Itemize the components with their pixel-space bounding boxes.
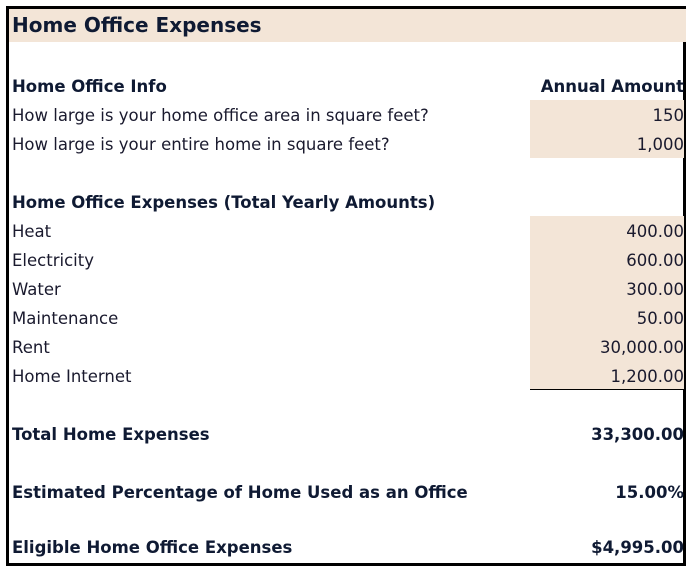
expense-input[interactable]: 1,200.00 xyxy=(611,362,684,391)
home-area-label: How large is your entire home in square … xyxy=(12,135,390,154)
expenses-header-row: Home Office Expenses (Total Yearly Amoun… xyxy=(12,188,684,217)
percent-label: Estimated Percentage of Home Used as an … xyxy=(12,483,468,502)
expense-input[interactable]: 300.00 xyxy=(626,275,684,304)
total-label: Total Home Expenses xyxy=(12,425,210,444)
eligible-label: Eligible Home Office Expenses xyxy=(12,538,293,557)
amount-heading: Annual Amount xyxy=(540,77,684,96)
eligible-value: $4,995.00 xyxy=(591,538,684,557)
eligible-row: Eligible Home Office Expenses $4,995.00 xyxy=(12,533,684,562)
expense-row-heat: Heat 400.00 xyxy=(12,217,684,246)
expense-row-internet: Home Internet 1,200.00 xyxy=(12,362,684,391)
page-title: Home Office Expenses xyxy=(12,13,262,37)
info-row-home-area: How large is your entire home in square … xyxy=(12,130,684,159)
expense-row-electricity: Electricity 600.00 xyxy=(12,246,684,275)
info-heading: Home Office Info xyxy=(12,77,167,96)
info-row-office-area: How large is your home office area in sq… xyxy=(12,101,684,130)
expense-input[interactable]: 50.00 xyxy=(637,304,684,333)
expenses-heading: Home Office Expenses (Total Yearly Amoun… xyxy=(12,193,436,212)
office-area-label: How large is your home office area in sq… xyxy=(12,106,429,125)
expense-label: Home Internet xyxy=(12,367,132,386)
info-header-row: Home Office Info Annual Amount xyxy=(12,72,684,101)
office-area-input[interactable]: 150 xyxy=(653,101,685,130)
expense-row-water: Water 300.00 xyxy=(12,275,684,304)
expense-input[interactable]: 600.00 xyxy=(626,246,684,275)
home-area-input[interactable]: 1,000 xyxy=(637,130,684,159)
expense-label: Heat xyxy=(12,222,52,241)
expense-label: Rent xyxy=(12,338,50,357)
percent-value: 15.00% xyxy=(615,483,684,502)
expense-row-rent: Rent 30,000.00 xyxy=(12,333,684,362)
expense-row-maintenance: Maintenance 50.00 xyxy=(12,304,684,333)
percent-row: Estimated Percentage of Home Used as an … xyxy=(12,478,684,507)
total-row: Total Home Expenses 33,300.00 xyxy=(12,420,684,449)
expense-label: Maintenance xyxy=(12,309,119,328)
total-value: 33,300.00 xyxy=(591,425,684,444)
expense-input[interactable]: 30,000.00 xyxy=(600,333,684,362)
expense-label: Water xyxy=(12,280,61,299)
expense-input[interactable]: 400.00 xyxy=(626,217,684,246)
expense-label: Electricity xyxy=(12,251,94,270)
